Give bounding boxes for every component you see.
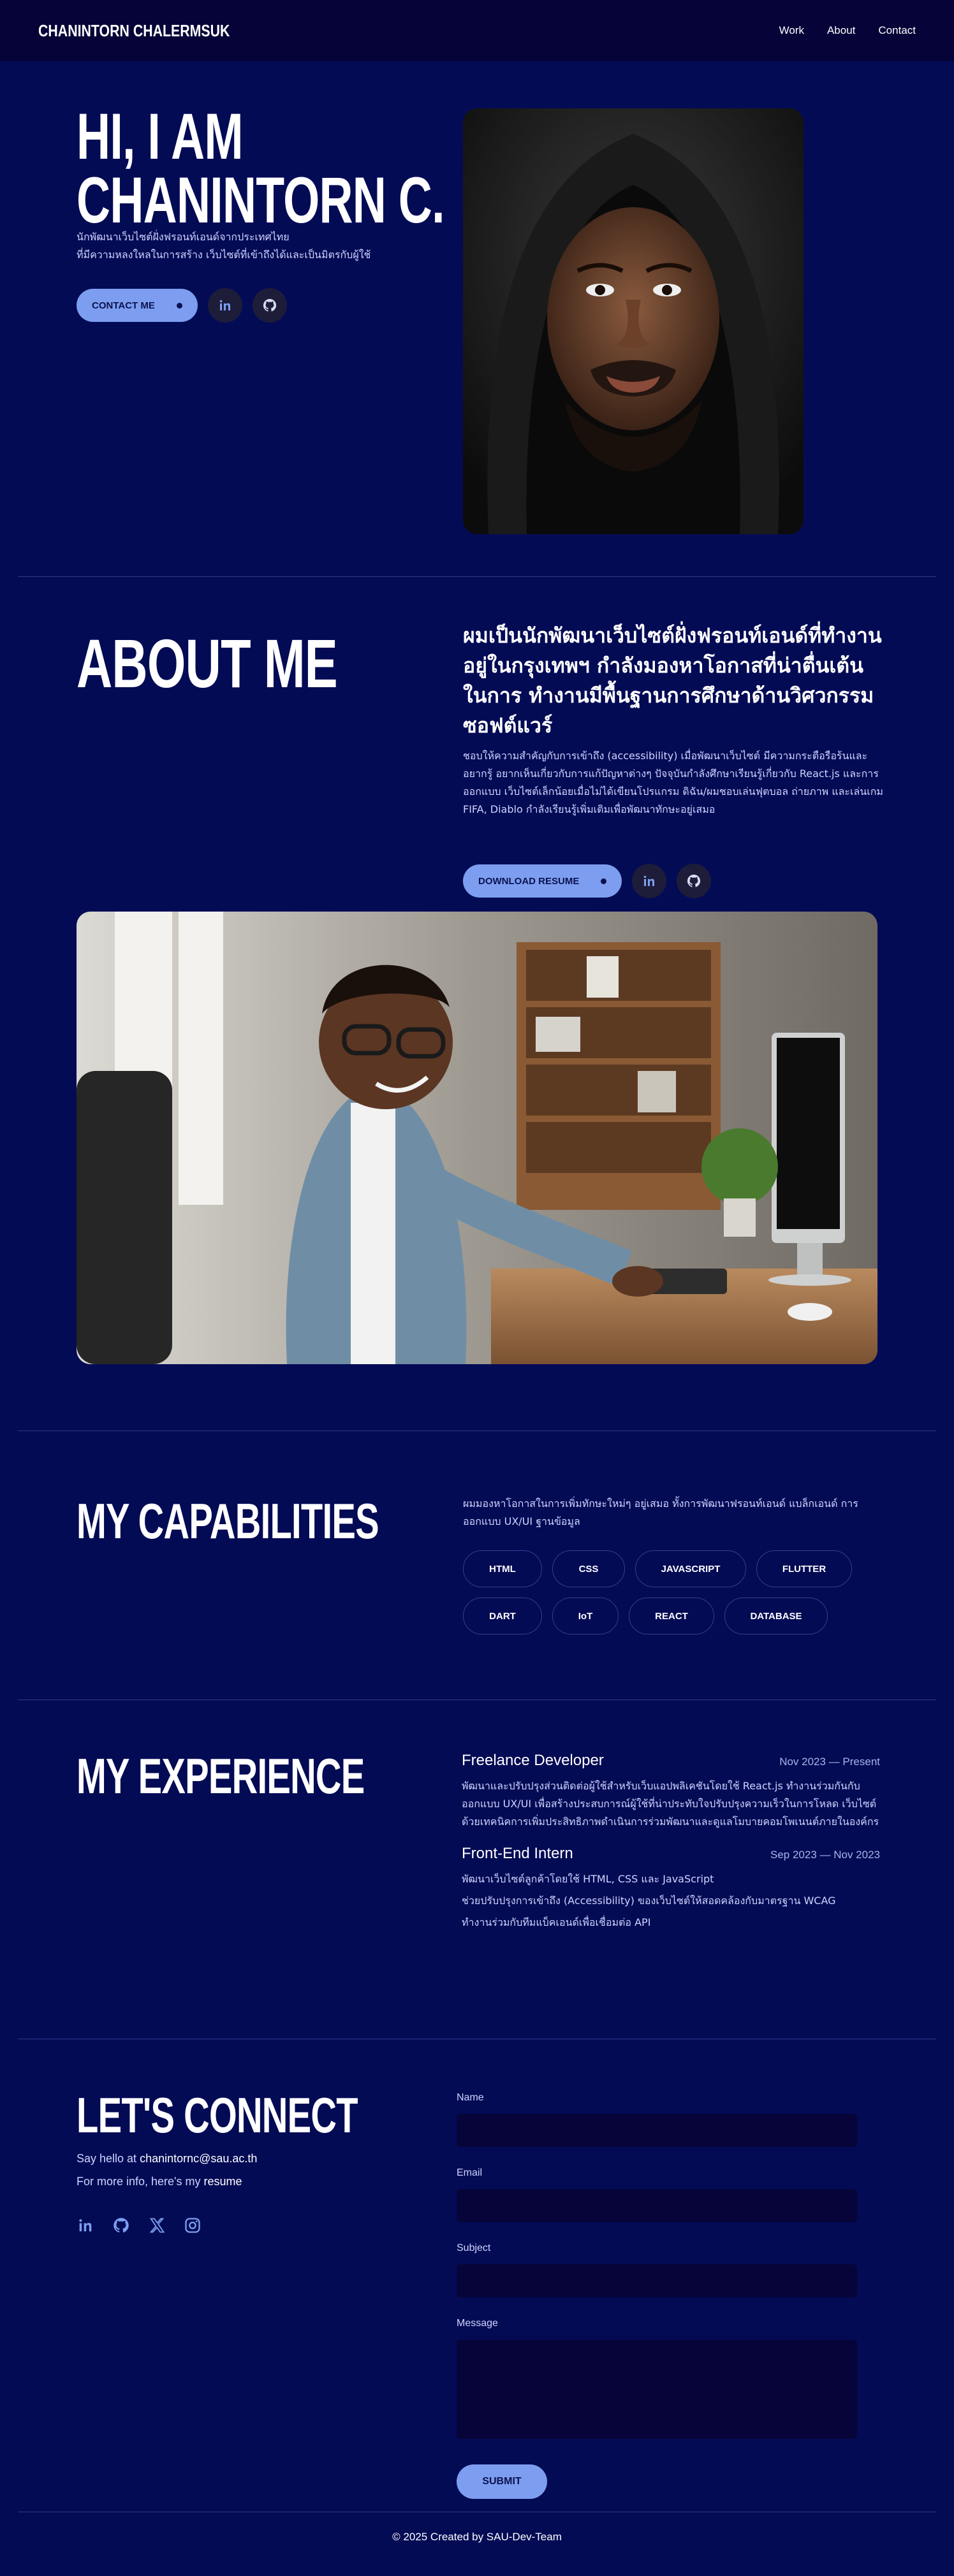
capabilities-intro: ผมมองหาโอกาสในการเพิ่มทักษะใหม่ๆ อยู่เสม…	[463, 1497, 858, 1527]
footer-credit: © 2025 Created by SAU-Dev-Team	[392, 2531, 562, 2543]
hero-title: HI, I AM CHANINTORN C.	[77, 100, 445, 236]
email-input[interactable]	[457, 2189, 857, 2222]
about-headline: ผมเป็นนักพัฒนาเว็บไซต์ฝั่งฟรอนท์เอนด์ที่…	[463, 623, 882, 738]
github-link[interactable]	[112, 2216, 131, 2236]
github-icon	[263, 298, 276, 312]
linkedin-icon	[79, 2219, 92, 2232]
subject-label: Subject	[457, 2243, 491, 2253]
social-links	[77, 2216, 203, 2236]
linkedin-icon	[644, 875, 655, 886]
submit-button[interactable]: SUBMIT	[457, 2464, 547, 2499]
nav-about[interactable]: About	[827, 24, 855, 37]
message-label: Message	[457, 2318, 498, 2329]
experience-item: Front-End Intern Sep 2023 — Nov 2023 พัฒ…	[462, 1845, 880, 1932]
hero-title-line2: CHANINTORN C.	[77, 163, 445, 236]
brand-logo[interactable]: CHANINTORN CHALERMSUK	[38, 21, 230, 41]
about-actions: DOWNLOAD RESUME	[463, 864, 712, 898]
contact-me-label: CONTACT ME	[92, 300, 155, 311]
github-button[interactable]	[252, 288, 287, 323]
github-icon	[687, 874, 701, 887]
hero-portrait-photo	[463, 108, 804, 534]
email-link[interactable]: chanintornc@sau.ac.th	[140, 2152, 257, 2165]
skill-tag-javascript: JAVASCRIPT	[635, 1550, 746, 1587]
resume-link[interactable]: resume	[204, 2175, 242, 2188]
skill-tag-database: DATABASE	[724, 1597, 828, 1634]
say-hello-line: Say hello at chanintornc@sau.ac.th	[77, 2152, 257, 2165]
name-input[interactable]	[457, 2114, 857, 2147]
skill-tag-flutter: FLUTTER	[756, 1550, 852, 1587]
linkedin-link[interactable]	[77, 2216, 96, 2236]
job-title: Freelance Developer	[462, 1752, 604, 1769]
hero-title-line1: HI, I AM	[77, 100, 244, 173]
experience-list: Freelance Developer Nov 2023 — Present พ…	[462, 1752, 880, 1932]
instagram-link[interactable]	[184, 2216, 203, 2236]
hero-subtitle-line2: ที่มีความหลงใหลในการสร้าง เว็บไซต์ที่เข้…	[77, 249, 371, 261]
more-info-prefix: For more info, here's my	[77, 2175, 204, 2188]
github-icon	[114, 2218, 129, 2233]
section-divider	[18, 1430, 936, 1431]
skill-tags: HTML CSS JAVASCRIPT FLUTTER DART IoT REA…	[463, 1550, 871, 1634]
about-title: ABOUT ME	[77, 625, 338, 702]
message-textarea[interactable]	[457, 2340, 857, 2439]
skill-tag-iot: IoT	[552, 1597, 619, 1634]
capabilities-title: MY CAPABILITIES	[77, 1493, 379, 1549]
main-nav: Work About Contact	[779, 24, 916, 37]
x-twitter-link[interactable]	[148, 2216, 167, 2236]
github-button[interactable]	[677, 864, 712, 898]
job-bullet: พัฒนาเว็บไซต์ลูกค้าโดยใช้ HTML, CSS และ …	[462, 1873, 714, 1885]
name-label: Name	[457, 2092, 484, 2103]
about-body: ชอบให้ความสำคัญกับการเข้าถึง (accessibil…	[463, 750, 883, 815]
skill-tag-react: REACT	[629, 1597, 714, 1634]
contact-form: Name Email Subject Message SUBMIT	[457, 2092, 857, 2499]
experience-item: Freelance Developer Nov 2023 — Present พ…	[462, 1752, 880, 1831]
about-workspace-photo	[77, 912, 877, 1364]
job-bullet: ช่วยปรับปรุงการเข้าถึง (Accessibility) ข…	[462, 1895, 836, 1907]
instagram-icon	[185, 2218, 200, 2233]
job-date: Nov 2023 — Present	[779, 1756, 880, 1768]
experience-title: MY EXPERIENCE	[77, 1748, 365, 1804]
skill-tag-html: HTML	[463, 1550, 542, 1587]
download-resume-label: DOWNLOAD RESUME	[478, 875, 580, 887]
contact-me-button[interactable]: CONTACT ME	[77, 289, 198, 322]
download-resume-button[interactable]: DOWNLOAD RESUME	[463, 864, 622, 898]
linkedin-button[interactable]	[207, 288, 242, 323]
hero-subtitle: นักพัฒนาเว็บไซต์ฝั่งฟรอนท์เอนด์จากประเทศ…	[77, 228, 434, 264]
section-divider	[18, 1699, 936, 1700]
email-label: Email	[457, 2167, 483, 2178]
nav-contact[interactable]: Contact	[878, 24, 916, 37]
x-twitter-icon	[149, 2218, 165, 2233]
say-hello-prefix: Say hello at	[77, 2152, 140, 2165]
dot-icon	[176, 302, 182, 309]
linkedin-icon	[219, 300, 230, 310]
site-header: CHANINTORN CHALERMSUK Work About Contact	[0, 0, 954, 61]
job-date: Sep 2023 — Nov 2023	[770, 1849, 880, 1861]
dot-icon	[601, 878, 607, 884]
linkedin-button[interactable]	[632, 864, 667, 898]
connect-title: LET'S CONNECT	[77, 2087, 358, 2143]
job-title: Front-End Intern	[462, 1845, 573, 1862]
subject-input[interactable]	[457, 2264, 857, 2297]
skill-tag-css: CSS	[552, 1550, 625, 1587]
job-description: พัฒนาและปรับปรุงส่วนติดต่อผู้ใช้สำหรับเว…	[462, 1780, 879, 1828]
job-bullet: ทำงานร่วมกับทีมแบ็คเอนด์เพื่อเชื่อมต่อ A…	[462, 1916, 651, 1928]
more-info-line: For more info, here's my resume	[77, 2175, 242, 2188]
nav-work[interactable]: Work	[779, 24, 804, 37]
hero-actions: CONTACT ME	[77, 288, 287, 323]
section-divider	[18, 576, 936, 577]
hero-subtitle-line1: นักพัฒนาเว็บไซต์ฝั่งฟรอนท์เอนด์จากประเทศ…	[77, 231, 290, 243]
skill-tag-dart: DART	[463, 1597, 542, 1634]
